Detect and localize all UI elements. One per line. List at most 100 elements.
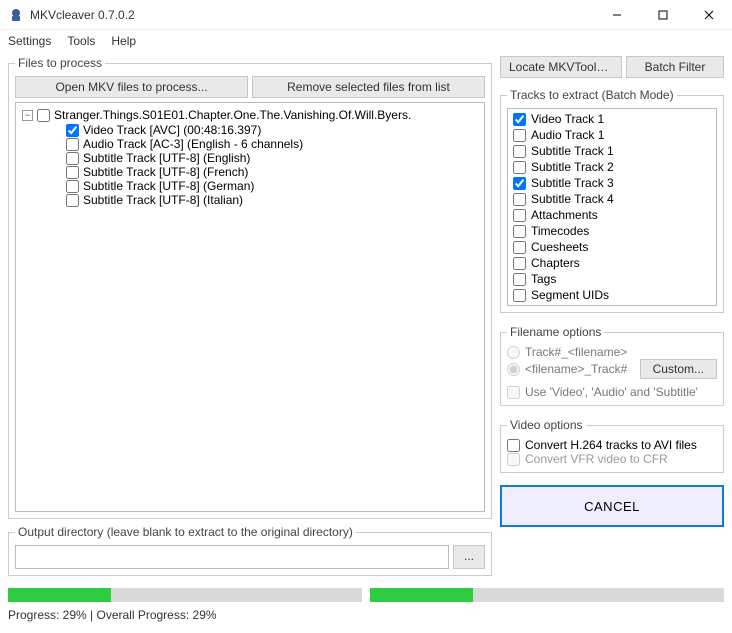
extract-track-row[interactable]: Subtitle Track 2 <box>513 160 711 174</box>
extract-track-label: Subtitle Track 2 <box>531 160 614 174</box>
extract-track-row[interactable]: Video Track 1 <box>513 112 711 126</box>
menubar: Settings Tools Help <box>0 30 732 52</box>
extract-track-row[interactable]: Timecodes <box>513 224 711 238</box>
use-types-label: Use 'Video', 'Audio' and 'Subtitle' <box>525 385 698 399</box>
track-label: Subtitle Track [UTF-8] (Italian) <box>83 193 243 207</box>
file-tree[interactable]: − Stranger.Things.S01E01.Chapter.One.The… <box>15 102 485 512</box>
extract-track-label: Segment UIDs <box>531 288 609 302</box>
extract-track-checkbox[interactable] <box>513 145 526 158</box>
extract-track-label: Tags <box>531 272 556 286</box>
tree-file-row[interactable]: − Stranger.Things.S01E01.Chapter.One.The… <box>22 107 480 123</box>
video-legend: Video options <box>507 418 586 432</box>
extract-track-checkbox[interactable] <box>513 241 526 254</box>
convert-vfr-checkbox <box>507 453 520 466</box>
tree-track-row[interactable]: Subtitle Track [UTF-8] (English) <box>22 151 480 165</box>
extract-track-row[interactable]: Audio Track 1 <box>513 128 711 142</box>
extract-track-row[interactable]: Segment UIDs <box>513 288 711 302</box>
convert-h264-row[interactable]: Convert H.264 tracks to AVI files <box>507 438 717 452</box>
extract-track-checkbox[interactable] <box>513 257 526 270</box>
window-title: MKVcleaver 0.7.0.2 <box>30 8 135 22</box>
extract-track-checkbox[interactable] <box>513 273 526 286</box>
extract-track-row[interactable]: Cuesheets <box>513 240 711 254</box>
filename-legend: Filename options <box>507 325 604 339</box>
extract-track-checkbox[interactable] <box>513 225 526 238</box>
track-checkbox[interactable] <box>66 166 79 179</box>
maximize-button[interactable] <box>640 0 686 30</box>
track-checkbox[interactable] <box>66 180 79 193</box>
progress-bar-overall <box>370 588 724 602</box>
extract-track-row[interactable]: Subtitle Track 4 <box>513 192 711 206</box>
extract-track-row[interactable]: Tags <box>513 272 711 286</box>
track-checkbox[interactable] <box>66 152 79 165</box>
extract-track-label: Subtitle Track 4 <box>531 192 614 206</box>
extract-track-label: Video Track 1 <box>531 112 604 126</box>
output-directory-input[interactable] <box>15 545 449 569</box>
filename-radio-name-first[interactable]: <filename>_Track# <box>507 362 627 376</box>
menu-tools[interactable]: Tools <box>67 34 95 48</box>
extract-track-row[interactable]: Subtitle Track 1 <box>513 144 711 158</box>
tracks-list: Video Track 1 Audio Track 1 Subtitle Track… <box>507 108 717 306</box>
batch-filter-button[interactable]: Batch Filter <box>626 56 724 78</box>
track-checkbox[interactable] <box>66 124 79 137</box>
progress-bars <box>0 588 732 606</box>
cancel-button[interactable]: CANCEL <box>500 485 724 527</box>
remove-selected-button[interactable]: Remove selected files from list <box>252 76 485 98</box>
app-icon <box>8 7 24 23</box>
use-types-checkbox[interactable] <box>507 386 520 399</box>
extract-track-label: Timecodes <box>531 224 589 238</box>
filename-custom-button[interactable]: Custom... <box>640 359 717 379</box>
files-to-process-legend: Files to process <box>15 56 105 70</box>
tracks-to-extract-group: Tracks to extract (Batch Mode) Video Tra… <box>500 88 724 313</box>
extract-track-checkbox[interactable] <box>513 129 526 142</box>
extract-track-checkbox[interactable] <box>513 289 526 302</box>
tree-track-row[interactable]: Subtitle Track [UTF-8] (French) <box>22 165 480 179</box>
minimize-button[interactable] <box>594 0 640 30</box>
video-options-group: Video options Convert H.264 tracks to AV… <box>500 418 724 473</box>
filename-radio-track-first[interactable]: Track#_<filename> <box>507 345 717 359</box>
status-text: Progress: 29% | Overall Progress: 29% <box>0 606 732 628</box>
extract-track-row[interactable]: Attachments <box>513 208 711 222</box>
extract-track-label: Audio Track 1 <box>531 128 604 142</box>
filename-options-group: Filename options Track#_<filename> <file… <box>500 325 724 406</box>
convert-vfr-row: Convert VFR video to CFR <box>507 452 717 466</box>
track-label: Video Track [AVC] (00:48:16.397) <box>83 123 261 137</box>
extract-track-label: Cuesheets <box>531 240 588 254</box>
track-label: Subtitle Track [UTF-8] (English) <box>83 151 250 165</box>
tracks-legend: Tracks to extract (Batch Mode) <box>507 88 677 102</box>
convert-h264-label: Convert H.264 tracks to AVI files <box>525 438 697 452</box>
extract-track-checkbox[interactable] <box>513 177 526 190</box>
file-name-label: Stranger.Things.S01E01.Chapter.One.The.V… <box>54 108 411 122</box>
extract-track-row[interactable]: Subtitle Track 3 <box>513 176 711 190</box>
tree-track-row[interactable]: Subtitle Track [UTF-8] (German) <box>22 179 480 193</box>
menu-settings[interactable]: Settings <box>8 34 51 48</box>
extract-track-label: Subtitle Track 1 <box>531 144 614 158</box>
locate-mkvtoolnix-button[interactable]: Locate MKVToolNix... <box>500 56 622 78</box>
extract-track-checkbox[interactable] <box>513 161 526 174</box>
output-legend: Output directory (leave blank to extract… <box>15 525 356 539</box>
convert-h264-checkbox[interactable] <box>507 439 520 452</box>
tree-track-row[interactable]: Video Track [AVC] (00:48:16.397) <box>22 123 480 137</box>
collapse-icon[interactable]: − <box>22 110 33 121</box>
extract-track-label: Subtitle Track 3 <box>531 176 614 190</box>
extract-track-row[interactable]: Chapters <box>513 256 711 270</box>
extract-track-checkbox[interactable] <box>513 193 526 206</box>
browse-button[interactable]: ... <box>453 545 485 569</box>
close-button[interactable] <box>686 0 732 30</box>
track-label: Subtitle Track [UTF-8] (German) <box>83 179 254 193</box>
extract-track-label: Chapters <box>531 256 580 270</box>
track-label: Audio Track [AC-3] (English - 6 channels… <box>83 137 303 151</box>
extract-track-checkbox[interactable] <box>513 209 526 222</box>
track-checkbox[interactable] <box>66 194 79 207</box>
extract-track-checkbox[interactable] <box>513 113 526 126</box>
extract-track-label: Attachments <box>531 208 598 222</box>
menu-help[interactable]: Help <box>111 34 136 48</box>
open-mkv-button[interactable]: Open MKV files to process... <box>15 76 248 98</box>
file-checkbox[interactable] <box>37 109 50 122</box>
tree-track-row[interactable]: Subtitle Track [UTF-8] (Italian) <box>22 193 480 207</box>
titlebar: MKVcleaver 0.7.0.2 <box>0 0 732 30</box>
output-directory-group: Output directory (leave blank to extract… <box>8 525 492 576</box>
track-label: Subtitle Track [UTF-8] (French) <box>83 165 248 179</box>
track-checkbox[interactable] <box>66 138 79 151</box>
files-to-process-group: Files to process Open MKV files to proce… <box>8 56 492 519</box>
tree-track-row[interactable]: Audio Track [AC-3] (English - 6 channels… <box>22 137 480 151</box>
